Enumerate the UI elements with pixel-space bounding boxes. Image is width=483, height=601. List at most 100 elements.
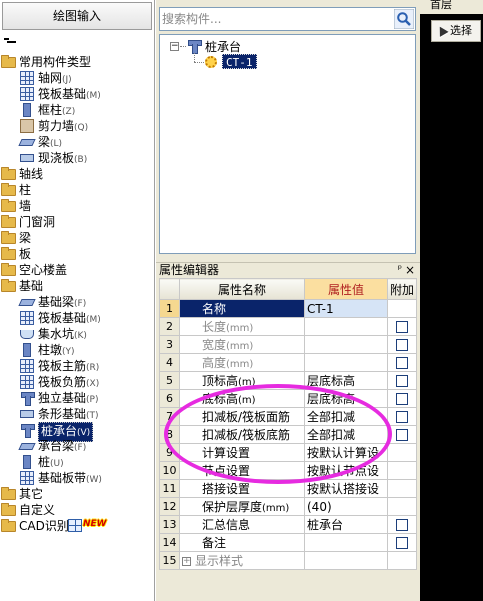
close-icon[interactable]: × bbox=[405, 263, 415, 277]
extra-cell bbox=[387, 317, 417, 336]
property-row[interactable]: 2 长度(mm) bbox=[159, 317, 417, 336]
tree-item[interactable]: 基础 bbox=[0, 278, 154, 294]
extra-checkbox[interactable] bbox=[396, 357, 408, 369]
property-row[interactable]: 11 搭接设置 按默认搭接设 bbox=[159, 479, 417, 498]
property-value[interactable]: 全部扣减 bbox=[304, 407, 388, 426]
row-number: 14 bbox=[159, 533, 180, 552]
tree-item-label: 板 bbox=[19, 247, 32, 261]
tree-item[interactable]: 梁(L) bbox=[0, 134, 154, 150]
property-value[interactable] bbox=[304, 533, 388, 552]
property-row[interactable]: 15 + 显示样式 bbox=[159, 551, 417, 570]
tree-item[interactable]: 轴网(J) bbox=[0, 70, 154, 86]
extra-cell bbox=[387, 299, 417, 318]
grid-icon bbox=[20, 471, 34, 485]
tree-item[interactable]: 筏板基础(M) bbox=[0, 310, 154, 326]
property-value[interactable]: 层底标高 bbox=[304, 389, 388, 408]
property-value[interactable]: (40) bbox=[304, 497, 388, 516]
property-value[interactable] bbox=[304, 551, 388, 570]
tree-item[interactable]: 自定义 bbox=[0, 502, 154, 518]
tree-item[interactable]: 基础板带(W) bbox=[0, 470, 154, 486]
property-value[interactable]: 层底标高 bbox=[304, 371, 388, 390]
tree-item[interactable]: 轴线 bbox=[0, 166, 154, 182]
property-value[interactable]: 桩承台 bbox=[304, 515, 388, 534]
search-input[interactable] bbox=[162, 10, 387, 28]
extra-checkbox[interactable] bbox=[396, 429, 408, 441]
tree-item[interactable]: 其它 bbox=[0, 486, 154, 502]
draw-input-header[interactable]: 绘图输入 bbox=[2, 2, 152, 30]
tree-item[interactable]: 筏板负筋(X) bbox=[0, 374, 154, 390]
property-value[interactable] bbox=[304, 317, 388, 336]
tree-item[interactable]: 空心楼盖 bbox=[0, 262, 154, 278]
property-row[interactable]: 14 备注 bbox=[159, 533, 417, 552]
tree-item-label: 门窗洞 bbox=[19, 215, 56, 229]
component-item-ct1[interactable]: CT-1 bbox=[222, 54, 257, 69]
select-button-label: 选择 bbox=[450, 24, 472, 37]
tree-item[interactable]: 梁 bbox=[0, 230, 154, 246]
collapse-all-icon[interactable] bbox=[4, 38, 16, 43]
extra-checkbox[interactable] bbox=[396, 375, 408, 387]
tree-item[interactable]: 集水坑(K) bbox=[0, 326, 154, 342]
expand-icon[interactable]: + bbox=[182, 557, 191, 566]
property-value[interactable]: 按默认搭接设 bbox=[304, 479, 388, 498]
tree-item[interactable]: CAD识别 NEW bbox=[0, 518, 154, 534]
extra-checkbox[interactable] bbox=[396, 537, 408, 549]
select-button[interactable]: 选择 bbox=[431, 20, 481, 42]
property-row[interactable]: 7 扣减板/筏板面筋 全部扣减 bbox=[159, 407, 417, 426]
tree-item[interactable]: 现浇板(B) bbox=[0, 150, 154, 166]
collapse-toggle[interactable]: − bbox=[170, 42, 179, 51]
tree-item[interactable]: 承台梁(F) bbox=[0, 438, 154, 454]
folder-icon bbox=[1, 263, 16, 276]
row-number: 4 bbox=[159, 353, 180, 372]
property-value[interactable]: 按默认节点设 bbox=[304, 461, 388, 480]
property-row[interactable]: 10 节点设置 按默认节点设 bbox=[159, 461, 417, 480]
property-row[interactable]: 6 底标高(m) 层底标高 bbox=[159, 389, 417, 408]
tree-item[interactable]: 条形基础(T) bbox=[0, 406, 154, 422]
extra-checkbox[interactable] bbox=[396, 519, 408, 531]
property-editor-titlebar: 属性编辑器 ᵖ × bbox=[156, 262, 420, 277]
folder-icon bbox=[1, 199, 16, 212]
property-value[interactable]: 全部扣减 bbox=[304, 425, 388, 444]
row-number: 12 bbox=[159, 497, 180, 516]
tree-item[interactable]: 板 bbox=[0, 246, 154, 262]
folder-icon bbox=[1, 503, 16, 516]
property-value[interactable]: 按默认计算设 bbox=[304, 443, 388, 462]
tree-item[interactable]: 柱墩(Y) bbox=[0, 342, 154, 358]
component-list: − 桩承台 CT-1 bbox=[159, 34, 416, 254]
property-value[interactable]: CT-1 bbox=[304, 299, 388, 318]
tree-item[interactable]: 柱 bbox=[0, 182, 154, 198]
property-value[interactable] bbox=[304, 335, 388, 354]
tree-item[interactable]: 桩(U) bbox=[0, 454, 154, 470]
tree-item[interactable]: 筏板基础(M) bbox=[0, 86, 154, 102]
extra-cell bbox=[387, 353, 417, 372]
extra-checkbox[interactable] bbox=[396, 339, 408, 351]
property-value[interactable] bbox=[304, 353, 388, 372]
tree-item[interactable]: 门窗洞 bbox=[0, 214, 154, 230]
property-row[interactable]: 12 保护层厚度(mm) (40) bbox=[159, 497, 417, 516]
property-row[interactable]: 8 扣减板/筏板底筋 全部扣减 bbox=[159, 425, 417, 444]
tree-item-label: 空心楼盖 bbox=[19, 263, 68, 277]
property-row[interactable]: 3 宽度(mm) bbox=[159, 335, 417, 354]
floor-selector[interactable]: 首层 bbox=[420, 0, 483, 14]
tree-item[interactable]: 筏板主筋(R) bbox=[0, 358, 154, 374]
tree-item[interactable]: 独立基础(P) bbox=[0, 390, 154, 406]
search-icon[interactable] bbox=[394, 9, 414, 29]
pin-icon[interactable]: ᵖ bbox=[398, 263, 402, 277]
tree-item[interactable]: 墙 bbox=[0, 198, 154, 214]
extra-checkbox[interactable] bbox=[396, 321, 408, 333]
property-row[interactable]: 9 计算设置 按默认计算设 bbox=[159, 443, 417, 462]
tree-item[interactable]: 常用构件类型 bbox=[0, 54, 154, 70]
folder-icon bbox=[1, 215, 16, 228]
extra-checkbox[interactable] bbox=[396, 411, 408, 423]
tree-item[interactable]: 桩承台(V) bbox=[0, 422, 154, 442]
tree-item[interactable]: 基础梁(F) bbox=[0, 294, 154, 310]
component-root-label[interactable]: 桩承台 bbox=[205, 38, 241, 55]
extra-checkbox[interactable] bbox=[396, 393, 408, 405]
property-row[interactable]: 4 高度(mm) bbox=[159, 353, 417, 372]
tree-item[interactable]: 框柱(Z) bbox=[0, 102, 154, 118]
pile-cap-icon bbox=[20, 391, 35, 406]
property-row[interactable]: 13 汇总信息 桩承台 bbox=[159, 515, 417, 534]
property-row[interactable]: 1 名称 CT-1 bbox=[159, 299, 417, 318]
property-row[interactable]: 5 顶标高(m) 层底标高 bbox=[159, 371, 417, 390]
middle-panel: − 桩承台 CT-1 属性编辑器 ᵖ × 属性名称 属性值 附加 1名称CT-1… bbox=[156, 0, 420, 601]
tree-item[interactable]: 剪力墙(Q) bbox=[0, 118, 154, 134]
